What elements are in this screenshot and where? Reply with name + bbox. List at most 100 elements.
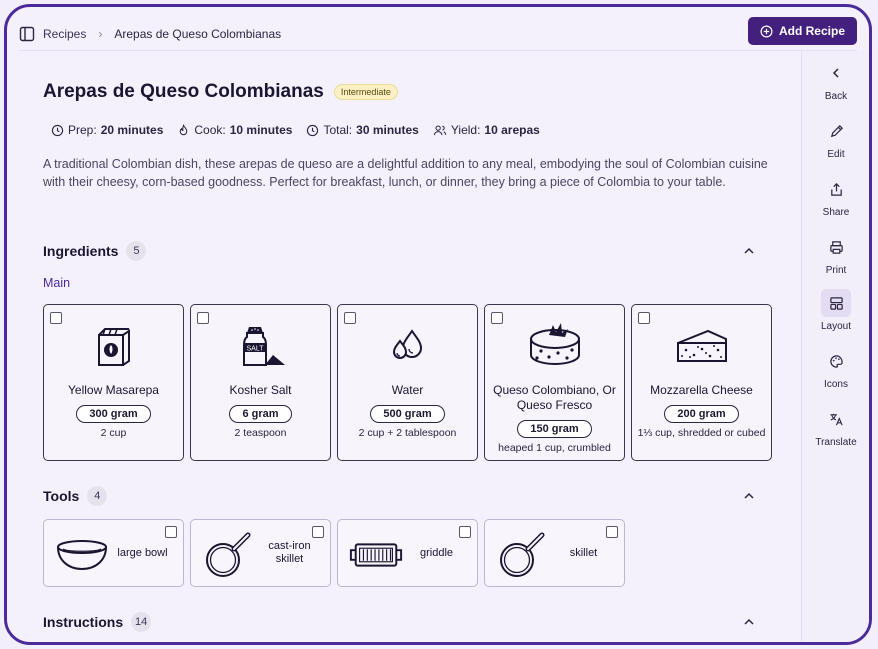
sidebar-translate-button[interactable]: Translate (802, 405, 869, 448)
yield-label: Yield: (450, 123, 481, 137)
cook-value: 10 minutes (229, 123, 293, 137)
griddle-icon (348, 530, 404, 580)
instructions-title: Instructions (43, 614, 124, 630)
recipe-content: Arepas de Queso Colombianas Intermediate… (19, 51, 789, 642)
yield: Yield: 10 arepas (433, 123, 540, 137)
difficulty-badge: Intermediate (333, 84, 398, 100)
ingredient-card[interactable]: SALT Kosher Salt 6 gram 2 teaspoon (190, 304, 331, 461)
tool-card[interactable]: cast-iron skillet (190, 519, 331, 587)
prep-value: 20 minutes (100, 123, 164, 137)
ingredients-title: Ingredients (43, 243, 119, 259)
chevron-left-icon (832, 68, 839, 78)
skillet-icon (495, 530, 551, 580)
breadcrumb-current: Arepas de Queso Colombianas (114, 26, 282, 41)
ingredient-card[interactable]: Queso Colombiano, Or Queso Fresco 150 gr… (484, 304, 625, 461)
sidebar-layout-label: Layout (820, 321, 852, 332)
chevron-up-icon[interactable] (743, 491, 755, 501)
page-title: Arepas de Queso Colombianas (43, 81, 324, 102)
total-label: Total: (323, 123, 353, 137)
ingredient-amount: 6 gram (229, 405, 292, 423)
ingredients-header[interactable]: Ingredients 5 (43, 241, 147, 261)
clock-icon (307, 124, 319, 136)
ingredient-group-label: Main (43, 276, 71, 290)
sidebar-icons-button[interactable]: Icons (802, 347, 869, 390)
cheese-wedge-icon (632, 323, 771, 373)
clock-icon (51, 124, 64, 136)
ingredient-amount: 200 gram (664, 405, 739, 423)
ingredient-card[interactable]: Water 500 gram 2 cup + 2 tablespoon (337, 304, 478, 461)
sidebar-toggle-icon[interactable] (19, 26, 35, 42)
ingredient-card[interactable]: Yellow Masarepa 300 gram 2 cup (43, 304, 184, 461)
skillet-icon (201, 530, 257, 580)
sidebar-share-label: Share (822, 207, 850, 218)
cook-time: Cook: 10 minutes (177, 123, 292, 137)
tools-count: 4 (87, 486, 108, 506)
recipe-description: A traditional Colombian dish, these arep… (43, 157, 768, 189)
ingredient-note: 2 cup (100, 427, 127, 439)
plus-circle-icon (760, 25, 773, 37)
layout-icon (829, 296, 843, 310)
instructions-header[interactable]: Instructions 14 (43, 612, 152, 632)
chevron-up-icon[interactable] (743, 617, 755, 627)
tool-name: griddle (419, 546, 454, 559)
app-window: Recipes › Arepas de Queso Colombianas Ad… (4, 4, 872, 645)
tool-card[interactable]: griddle (337, 519, 478, 587)
cook-label: Cook: (194, 123, 226, 137)
share-icon (830, 182, 842, 196)
sidebar-back-button[interactable]: Back (802, 59, 869, 102)
ingredient-card[interactable]: Mozzarella Cheese 200 gram 1⅓ cup, shred… (631, 304, 772, 461)
tool-name: large bowl (117, 546, 168, 559)
ingredient-name: Water (391, 383, 424, 397)
translate-icon (830, 413, 843, 425)
prep-time: Prep: 20 minutes (51, 123, 163, 137)
add-recipe-label: Add Recipe (778, 24, 845, 38)
breadcrumb-chevron-icon: › (98, 26, 103, 41)
yield-value: 10 arepas (484, 123, 540, 137)
ingredient-name: Mozzarella Cheese (650, 383, 753, 397)
recipe-times: Prep: 20 minutes Cook: 10 minutes Total:… (51, 123, 540, 137)
ingredient-amount: 300 gram (76, 405, 151, 423)
salt-shaker-icon: SALT (191, 323, 330, 373)
sidebar-layout-button[interactable]: Layout (802, 289, 869, 332)
sidebar-edit-button[interactable]: Edit (802, 117, 869, 160)
bowl-icon (54, 530, 110, 580)
tool-name: cast-iron skillet (268, 540, 311, 565)
users-icon (433, 125, 446, 135)
sidebar-print-button[interactable]: Print (802, 233, 869, 276)
sidebar-back-label: Back (824, 91, 848, 102)
sidebar-print-label: Print (825, 265, 847, 276)
ingredient-name: Queso Colombiano, Or Queso Fresco (493, 383, 616, 412)
printer-icon (829, 240, 843, 254)
tools-header[interactable]: Tools 4 (43, 486, 108, 506)
masarepa-bag-icon (44, 323, 183, 373)
total-time: Total: 30 minutes (306, 123, 419, 137)
tool-name: skillet (569, 546, 598, 559)
sidebar-icons-label: Icons (824, 379, 848, 390)
ingredient-note: heaped 1 cup, crumbled (498, 442, 611, 454)
breadcrumb-recipes-link[interactable]: Recipes (43, 27, 86, 41)
tool-card[interactable]: large bowl (43, 519, 184, 587)
sidebar-edit-label: Edit (827, 149, 845, 160)
instructions-count: 14 (131, 612, 152, 632)
sidebar-share-button[interactable]: Share (802, 175, 869, 218)
palette-icon (829, 354, 843, 368)
salt-shaker-label: SALT (246, 346, 264, 353)
ingredient-amount: 150 gram (517, 420, 592, 438)
pencil-icon (830, 124, 843, 137)
add-recipe-button[interactable]: Add Recipe (747, 17, 857, 45)
ingredient-note: 1⅓ cup, shredded or cubed (637, 427, 766, 439)
cheese-wheel-icon (485, 319, 624, 369)
ingredient-name: Yellow Masarepa (68, 383, 159, 397)
chevron-up-icon[interactable] (743, 246, 755, 256)
ingredient-note: 2 teaspoon (234, 427, 287, 439)
tools-title: Tools (43, 488, 80, 504)
ingredient-amount: 500 gram (370, 405, 445, 423)
ingredients-count: 5 (126, 241, 147, 261)
action-sidebar: Back Edit Share Print Layout Icons Trans… (801, 51, 869, 642)
total-value: 30 minutes (356, 123, 419, 137)
ingredient-name: Kosher Salt (229, 383, 292, 397)
ingredient-note: 2 cup + 2 tablespoon (358, 427, 457, 439)
prep-label: Prep: (68, 123, 97, 137)
sidebar-translate-label: Translate (815, 437, 857, 448)
tool-card[interactable]: skillet (484, 519, 625, 587)
